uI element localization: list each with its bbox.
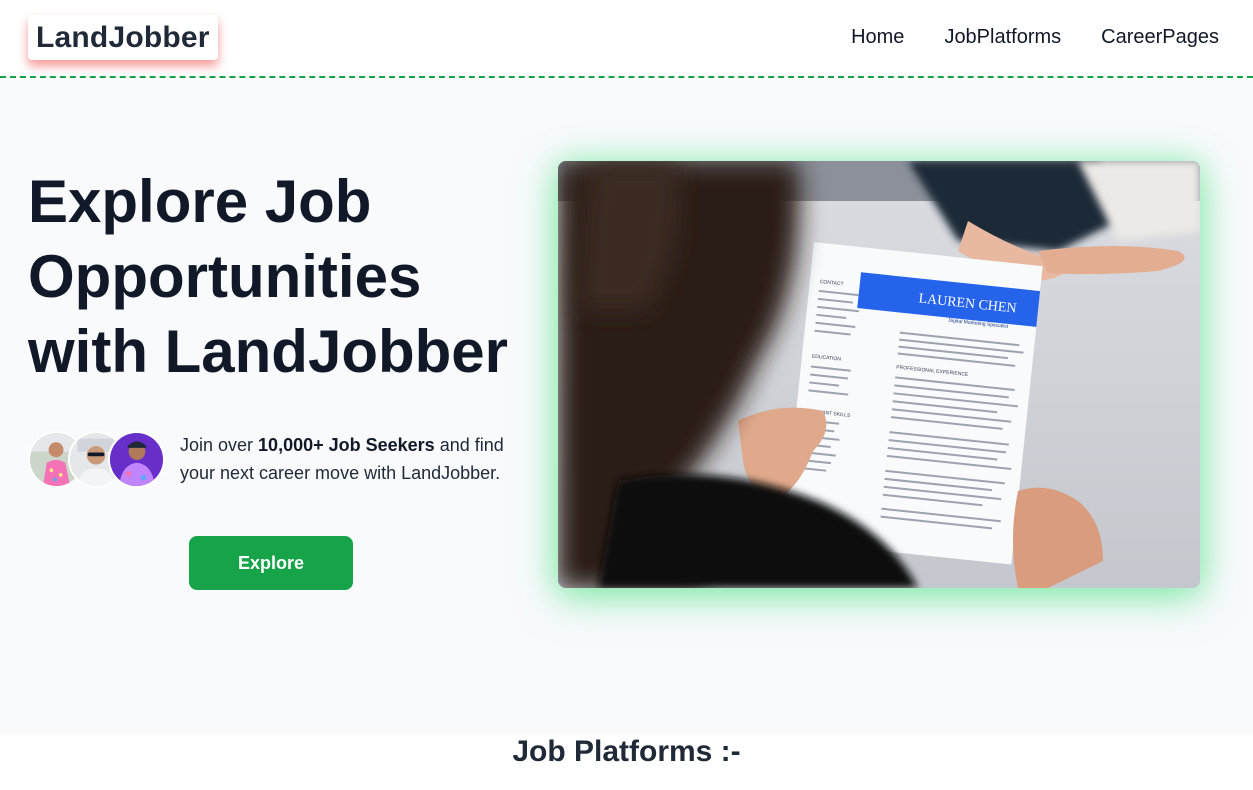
join-text: Join over 10,000+ Job Seekers and find y…: [180, 435, 504, 483]
hero-title: Explore Job Opportunities with LandJobbe…: [28, 168, 508, 385]
avatar: [108, 431, 165, 488]
avatar-group: [28, 431, 165, 488]
hero-image: LAUREN CHEN Digital Marketing Specialist…: [558, 161, 1200, 588]
nav-job-platforms[interactable]: JobPlatforms: [944, 24, 1061, 50]
nav-home[interactable]: Home: [851, 24, 904, 50]
nav-career-pages[interactable]: CareerPages: [1101, 24, 1219, 50]
main-nav: Home JobPlatforms CareerPages: [851, 24, 1219, 50]
hero-section: Explore Job Opportunities with LandJobbe…: [0, 80, 1253, 734]
job-platforms-title: Job Platforms :-: [512, 735, 741, 768]
explore-button[interactable]: Explore: [189, 536, 353, 590]
site-header: LandJobber Home JobPlatforms CareerPages: [0, 0, 1253, 78]
join-count: 10,000+ Job Seekers: [258, 435, 435, 455]
logo[interactable]: LandJobber: [28, 15, 218, 60]
